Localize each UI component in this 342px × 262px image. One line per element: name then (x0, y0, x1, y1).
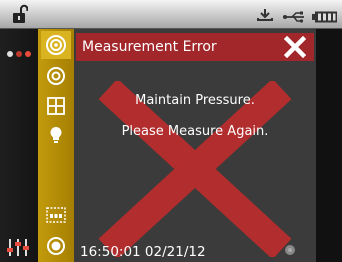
download-icon (256, 7, 274, 26)
left-rail (0, 29, 38, 262)
close-icon[interactable] (284, 36, 306, 58)
dialog-title: Measurement Error (82, 39, 217, 55)
error-message-line2: Please Measure Again. (121, 124, 269, 139)
error-dialog: Measurement Error Maintain Pressure. Ple… (74, 29, 316, 262)
timestamp: 16:50:01 02/21/12 (80, 244, 206, 260)
record-icon[interactable] (41, 232, 71, 260)
sample-target-icon[interactable] (41, 62, 71, 90)
right-strip (316, 29, 342, 262)
dialog-title-bar: Measurement Error (76, 33, 314, 61)
usb-icon (282, 8, 306, 27)
tool-bar (38, 29, 74, 262)
page-indicator-icon (285, 245, 295, 255)
battery-icon (312, 8, 338, 27)
error-message-line1: Maintain Pressure. (135, 93, 255, 108)
measure-target-icon[interactable] (41, 31, 71, 59)
sliders-icon[interactable] (6, 237, 34, 261)
lock-open-icon[interactable] (12, 4, 29, 28)
lightbulb-icon[interactable] (41, 121, 71, 149)
grid-icon[interactable] (41, 92, 71, 120)
strip-icon[interactable] (41, 201, 71, 229)
status-bar (0, 0, 342, 29)
more-dots-icon[interactable] (6, 43, 32, 62)
